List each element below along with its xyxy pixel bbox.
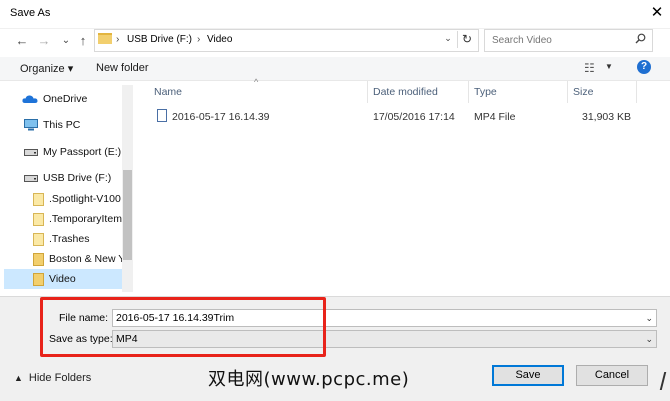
up-arrow-icon[interactable]: ↑ (75, 33, 91, 49)
sidebar-item-label: My Passport (E:) (43, 146, 122, 158)
usb-drive-icon (24, 175, 38, 182)
file-name[interactable]: 2016-05-17 16.14.39 (172, 111, 270, 123)
folder-icon (33, 233, 44, 246)
sidebar-item-label: Boston & New Y (49, 253, 122, 265)
sidebar-item-usb-drive[interactable]: USB Drive (F:) (4, 168, 122, 188)
sidebar-item-video[interactable]: Video (4, 269, 122, 289)
column-header-name[interactable]: Name (154, 86, 182, 98)
file-type: MP4 File (474, 111, 516, 123)
folder-icon (33, 273, 44, 286)
title-bar (0, 0, 670, 29)
sidebar-item-label: USB Drive (F:) (43, 172, 112, 184)
file-size: 31,903 KB (582, 111, 632, 123)
column-header-type[interactable]: Type (474, 86, 497, 98)
chevron-right-icon: › (116, 34, 120, 45)
search-box[interactable] (484, 29, 653, 52)
recent-locations-icon[interactable]: ⌄ (58, 33, 74, 49)
new-folder-button[interactable]: New folder (96, 62, 149, 74)
chevron-right-icon: › (197, 34, 201, 45)
video-file-icon (157, 109, 167, 122)
forward-arrow-icon[interactable]: → (36, 33, 52, 49)
computer-icon (24, 119, 38, 131)
column-divider[interactable] (567, 81, 568, 103)
sidebar-item-label: .Trashes (49, 233, 90, 245)
sidebar-item-label: This PC (43, 119, 81, 131)
highlight-annotation (40, 297, 326, 357)
drive-icon (24, 149, 38, 156)
sidebar-item-spotlight[interactable]: .Spotlight-V100 (4, 189, 122, 209)
cancel-button[interactable]: Cancel (576, 365, 648, 386)
sidebar-item-label: Video (49, 273, 76, 285)
search-icon[interactable] (635, 33, 646, 47)
column-header-date-modified[interactable]: Date modified (373, 86, 438, 98)
back-arrow-icon[interactable]: ← (14, 33, 30, 49)
chevron-down-icon[interactable]: ⌄ (645, 334, 653, 345)
folder-icon (33, 193, 44, 206)
folder-icon (33, 253, 44, 266)
sidebar-item-label: .TemporaryItems (49, 213, 122, 225)
chevron-down-icon[interactable]: ⌄ (645, 313, 653, 324)
hide-folders-button[interactable]: ▲ Hide Folders (14, 372, 91, 384)
resize-grip[interactable] (650, 372, 664, 392)
sidebar-item-trashes[interactable]: .Trashes (4, 229, 122, 249)
window-title: Save As (10, 7, 51, 19)
column-header-size[interactable]: Size (573, 86, 593, 98)
folder-icon (98, 33, 112, 44)
column-divider[interactable] (367, 81, 368, 103)
watermark: 双电网(www.pcpc.me) (208, 369, 410, 390)
file-date: 17/05/2016 17:14 (373, 111, 455, 123)
sidebar-item-label: .Spotlight-V100 (49, 193, 121, 205)
refresh-icon[interactable]: ↻ (457, 31, 476, 48)
sidebar-item-label: OneDrive (43, 93, 88, 105)
chevron-down-icon[interactable]: ⌄ (441, 33, 455, 44)
sort-indicator-icon: ^ (254, 77, 259, 87)
view-options-icon[interactable]: ☷ (584, 61, 595, 75)
hide-folders-label: Hide Folders (28, 372, 92, 384)
sidebar-scrollbar-thumb[interactable] (123, 170, 132, 260)
view-dropdown-icon[interactable]: ▼ (605, 62, 613, 71)
search-input[interactable] (490, 34, 634, 47)
organize-button[interactable]: Organize ▾ (20, 62, 73, 75)
breadcrumb-usb-drive[interactable]: USB Drive (F:) (127, 34, 192, 45)
breadcrumb-video[interactable]: Video (207, 34, 232, 45)
column-divider[interactable] (636, 81, 637, 103)
save-button[interactable]: Save (492, 365, 564, 386)
sidebar-item-onedrive[interactable]: OneDrive (4, 89, 122, 109)
cloud-icon (22, 95, 38, 103)
sidebar-item-boston[interactable]: Boston & New Y (4, 249, 122, 269)
sidebar-item-this-pc[interactable]: This PC (4, 115, 122, 135)
folder-icon (33, 213, 44, 226)
help-icon[interactable]: ? (637, 60, 651, 74)
close-icon[interactable]: ✕ (648, 4, 666, 22)
sidebar-item-my-passport[interactable]: My Passport (E:) (4, 142, 122, 162)
sidebar-item-temporary-items[interactable]: .TemporaryItems (4, 209, 122, 229)
chevron-up-icon: ▲ (14, 373, 23, 383)
column-divider[interactable] (468, 81, 469, 103)
